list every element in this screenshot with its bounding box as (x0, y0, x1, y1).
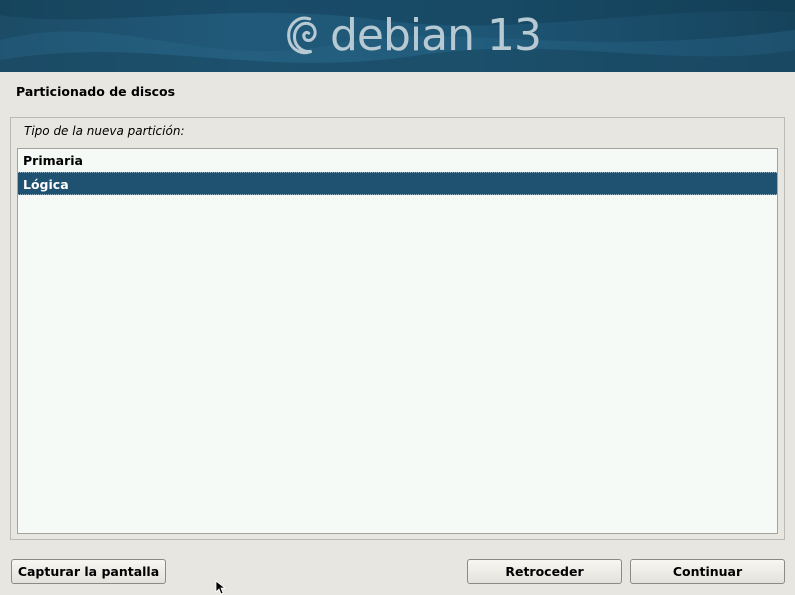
question-label: Tipo de la nueva partición: (24, 124, 185, 138)
continue-button[interactable]: Continuar (630, 559, 785, 584)
header-banner: debian 13 (0, 0, 795, 72)
page-title: Particionado de discos (16, 84, 176, 99)
debian-logo: debian 13 (284, 10, 542, 62)
list-item-logica[interactable]: Lógica (18, 172, 777, 195)
back-button[interactable]: Retroceder (467, 559, 622, 584)
partition-type-list[interactable]: Primaria Lógica (17, 148, 778, 534)
logo-text: debian 13 (330, 10, 542, 61)
screenshot-button[interactable]: Capturar la pantalla (11, 559, 166, 584)
debian-swirl-icon (287, 16, 317, 55)
list-item-primaria[interactable]: Primaria (18, 149, 777, 172)
mouse-pointer-icon (215, 580, 227, 595)
